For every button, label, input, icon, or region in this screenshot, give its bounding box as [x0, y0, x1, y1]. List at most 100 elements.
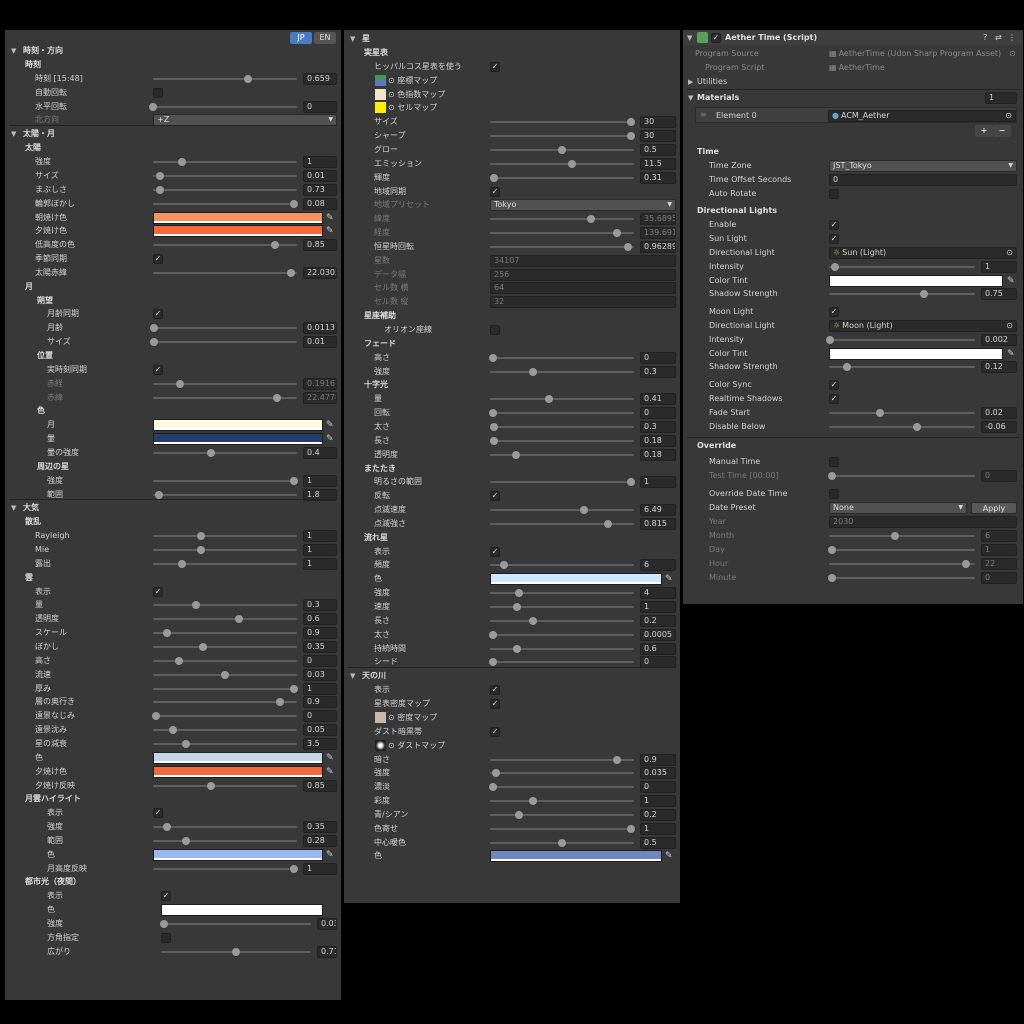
slider[interactable]: [829, 420, 975, 434]
value-field[interactable]: 0.96289: [640, 240, 676, 253]
slider-thumb[interactable]: [488, 630, 497, 639]
sl-row[interactable]: 暗さ 0.9: [344, 753, 680, 767]
slider-thumb[interactable]: [490, 173, 499, 182]
value-field[interactable]: 1: [640, 476, 676, 489]
slider-thumb[interactable]: [529, 616, 538, 625]
slider-thumb[interactable]: [169, 726, 178, 735]
override-date-row[interactable]: Override Date Time: [683, 487, 1023, 501]
slider[interactable]: [153, 654, 297, 668]
slider[interactable]: [153, 377, 297, 391]
slider-thumb[interactable]: [919, 290, 928, 299]
sl-row[interactable]: 時刻 [15:48] 0.659: [5, 72, 341, 86]
value-field[interactable]: 0: [640, 351, 676, 364]
slider-thumb[interactable]: [912, 422, 921, 431]
slider-thumb[interactable]: [160, 920, 168, 928]
color-swatch[interactable]: [490, 850, 662, 863]
slider-thumb[interactable]: [604, 519, 613, 528]
slider[interactable]: [829, 557, 975, 571]
sl-row[interactable]: 強度 0.3: [344, 365, 680, 379]
slider-thumb[interactable]: [529, 797, 538, 806]
checkbox[interactable]: ✓: [829, 220, 839, 231]
slider[interactable]: [153, 557, 297, 571]
col-row[interactable]: 朝焼け色 ✎: [5, 211, 341, 225]
value-field[interactable]: 0.18: [640, 448, 676, 461]
num-row[interactable]: データ幅 256: [344, 268, 680, 282]
value-field[interactable]: 22.4778: [303, 391, 337, 404]
sl-row[interactable]: 月高度反映 1: [5, 862, 341, 876]
slider-thumb[interactable]: [827, 573, 836, 582]
checkbox[interactable]: ✓: [829, 394, 839, 404]
slider-thumb[interactable]: [150, 338, 159, 347]
slider-thumb[interactable]: [150, 324, 159, 333]
value-field[interactable]: 0.035: [640, 767, 676, 780]
slider[interactable]: [153, 668, 297, 682]
value-field[interactable]: 1: [303, 530, 337, 543]
sl-row[interactable]: 量 0.3: [5, 598, 341, 612]
slider[interactable]: [153, 238, 297, 252]
value-field[interactable]: 0.5: [640, 143, 676, 156]
tex-row[interactable]: ⊙ 色指数マップ: [344, 88, 680, 102]
value-field[interactable]: 139.691: [640, 227, 676, 240]
sl-row[interactable]: 赤経 0.19167: [5, 377, 341, 391]
value-field[interactable]: 0.35: [303, 641, 337, 653]
preset-icon[interactable]: ⇄: [995, 32, 1002, 44]
slider-thumb[interactable]: [488, 409, 497, 418]
foldout-arrow-icon[interactable]: ▼: [11, 128, 16, 140]
slider[interactable]: [829, 360, 975, 374]
value-field[interactable]: 0: [829, 173, 1017, 186]
sl-row[interactable]: 明るさの範囲 1: [344, 475, 680, 489]
value-field[interactable]: 1: [303, 557, 337, 570]
sl-row[interactable]: 流速 0.03: [5, 668, 341, 682]
fold-arrow-icon[interactable]: ▼: [687, 32, 692, 44]
sun-intensity-row[interactable]: Intensity 1: [683, 260, 1023, 274]
apply-button[interactable]: Apply: [971, 501, 1017, 514]
slider-thumb[interactable]: [232, 947, 240, 956]
color-swatch[interactable]: [153, 211, 323, 224]
sl-row[interactable]: 点滅強さ 0.815: [344, 517, 680, 531]
value-field[interactable]: 6.49: [640, 504, 676, 517]
eyedropper-icon[interactable]: ✎: [665, 573, 675, 585]
slider-thumb[interactable]: [488, 783, 497, 792]
slider-thumb[interactable]: [490, 436, 499, 445]
value-field[interactable]: 0.815: [640, 517, 676, 530]
color-swatch[interactable]: [153, 419, 323, 432]
slider[interactable]: [490, 226, 634, 240]
slider-thumb[interactable]: [196, 532, 205, 541]
checkbox[interactable]: ✓: [490, 61, 500, 72]
slider-thumb[interactable]: [586, 215, 595, 224]
foldout-right-arrow-icon[interactable]: ▶: [688, 76, 693, 88]
sl-row[interactable]: 輝度 0.31: [344, 171, 680, 185]
cb-row[interactable]: ダスト暗黒帯 ✓: [344, 725, 680, 739]
time-zone-dropdown[interactable]: JST_Tokyo ▼: [829, 160, 1017, 172]
slider[interactable]: [153, 723, 297, 737]
sl-row[interactable]: グロー 0.5: [344, 143, 680, 157]
slider[interactable]: [490, 420, 634, 434]
sl-row[interactable]: 太陽赤緯 22.0302: [5, 266, 341, 280]
slider[interactable]: [488, 406, 634, 420]
cb-row[interactable]: 表示 ✓: [5, 806, 341, 820]
cb-row[interactable]: 季節同期 ✓: [5, 252, 341, 266]
value-field[interactable]: 1: [981, 543, 1017, 556]
slider-thumb[interactable]: [154, 490, 163, 499]
slider[interactable]: [490, 392, 634, 406]
component-enabled-checkbox[interactable]: ✓: [711, 33, 721, 43]
object-field[interactable]: ☼ Moon (Light) ⊙: [829, 320, 1017, 332]
cb-row[interactable]: 表示 ✓: [5, 889, 341, 903]
value-field[interactable]: 0.73: [303, 183, 337, 196]
slider[interactable]: [488, 628, 634, 642]
sl-row[interactable]: 長さ 0.2: [344, 614, 680, 628]
slider-thumb[interactable]: [176, 379, 185, 388]
value-field[interactable]: 0.002: [981, 333, 1017, 346]
value-field[interactable]: 0.01: [303, 169, 337, 182]
slider-thumb[interactable]: [827, 472, 836, 481]
value-field[interactable]: 0.9: [303, 696, 337, 709]
slider[interactable]: [153, 197, 299, 211]
disable-below-row[interactable]: Disable Below -0.06: [683, 420, 1023, 434]
slider[interactable]: [151, 709, 297, 723]
slider-thumb[interactable]: [627, 132, 636, 141]
value-field[interactable]: 0.2: [640, 614, 676, 627]
sl-row[interactable]: 赤緯 22.4778: [5, 391, 341, 405]
slider[interactable]: [153, 474, 299, 488]
color-swatch[interactable]: [153, 433, 323, 446]
col-row[interactable]: 色 ✎: [344, 572, 680, 586]
